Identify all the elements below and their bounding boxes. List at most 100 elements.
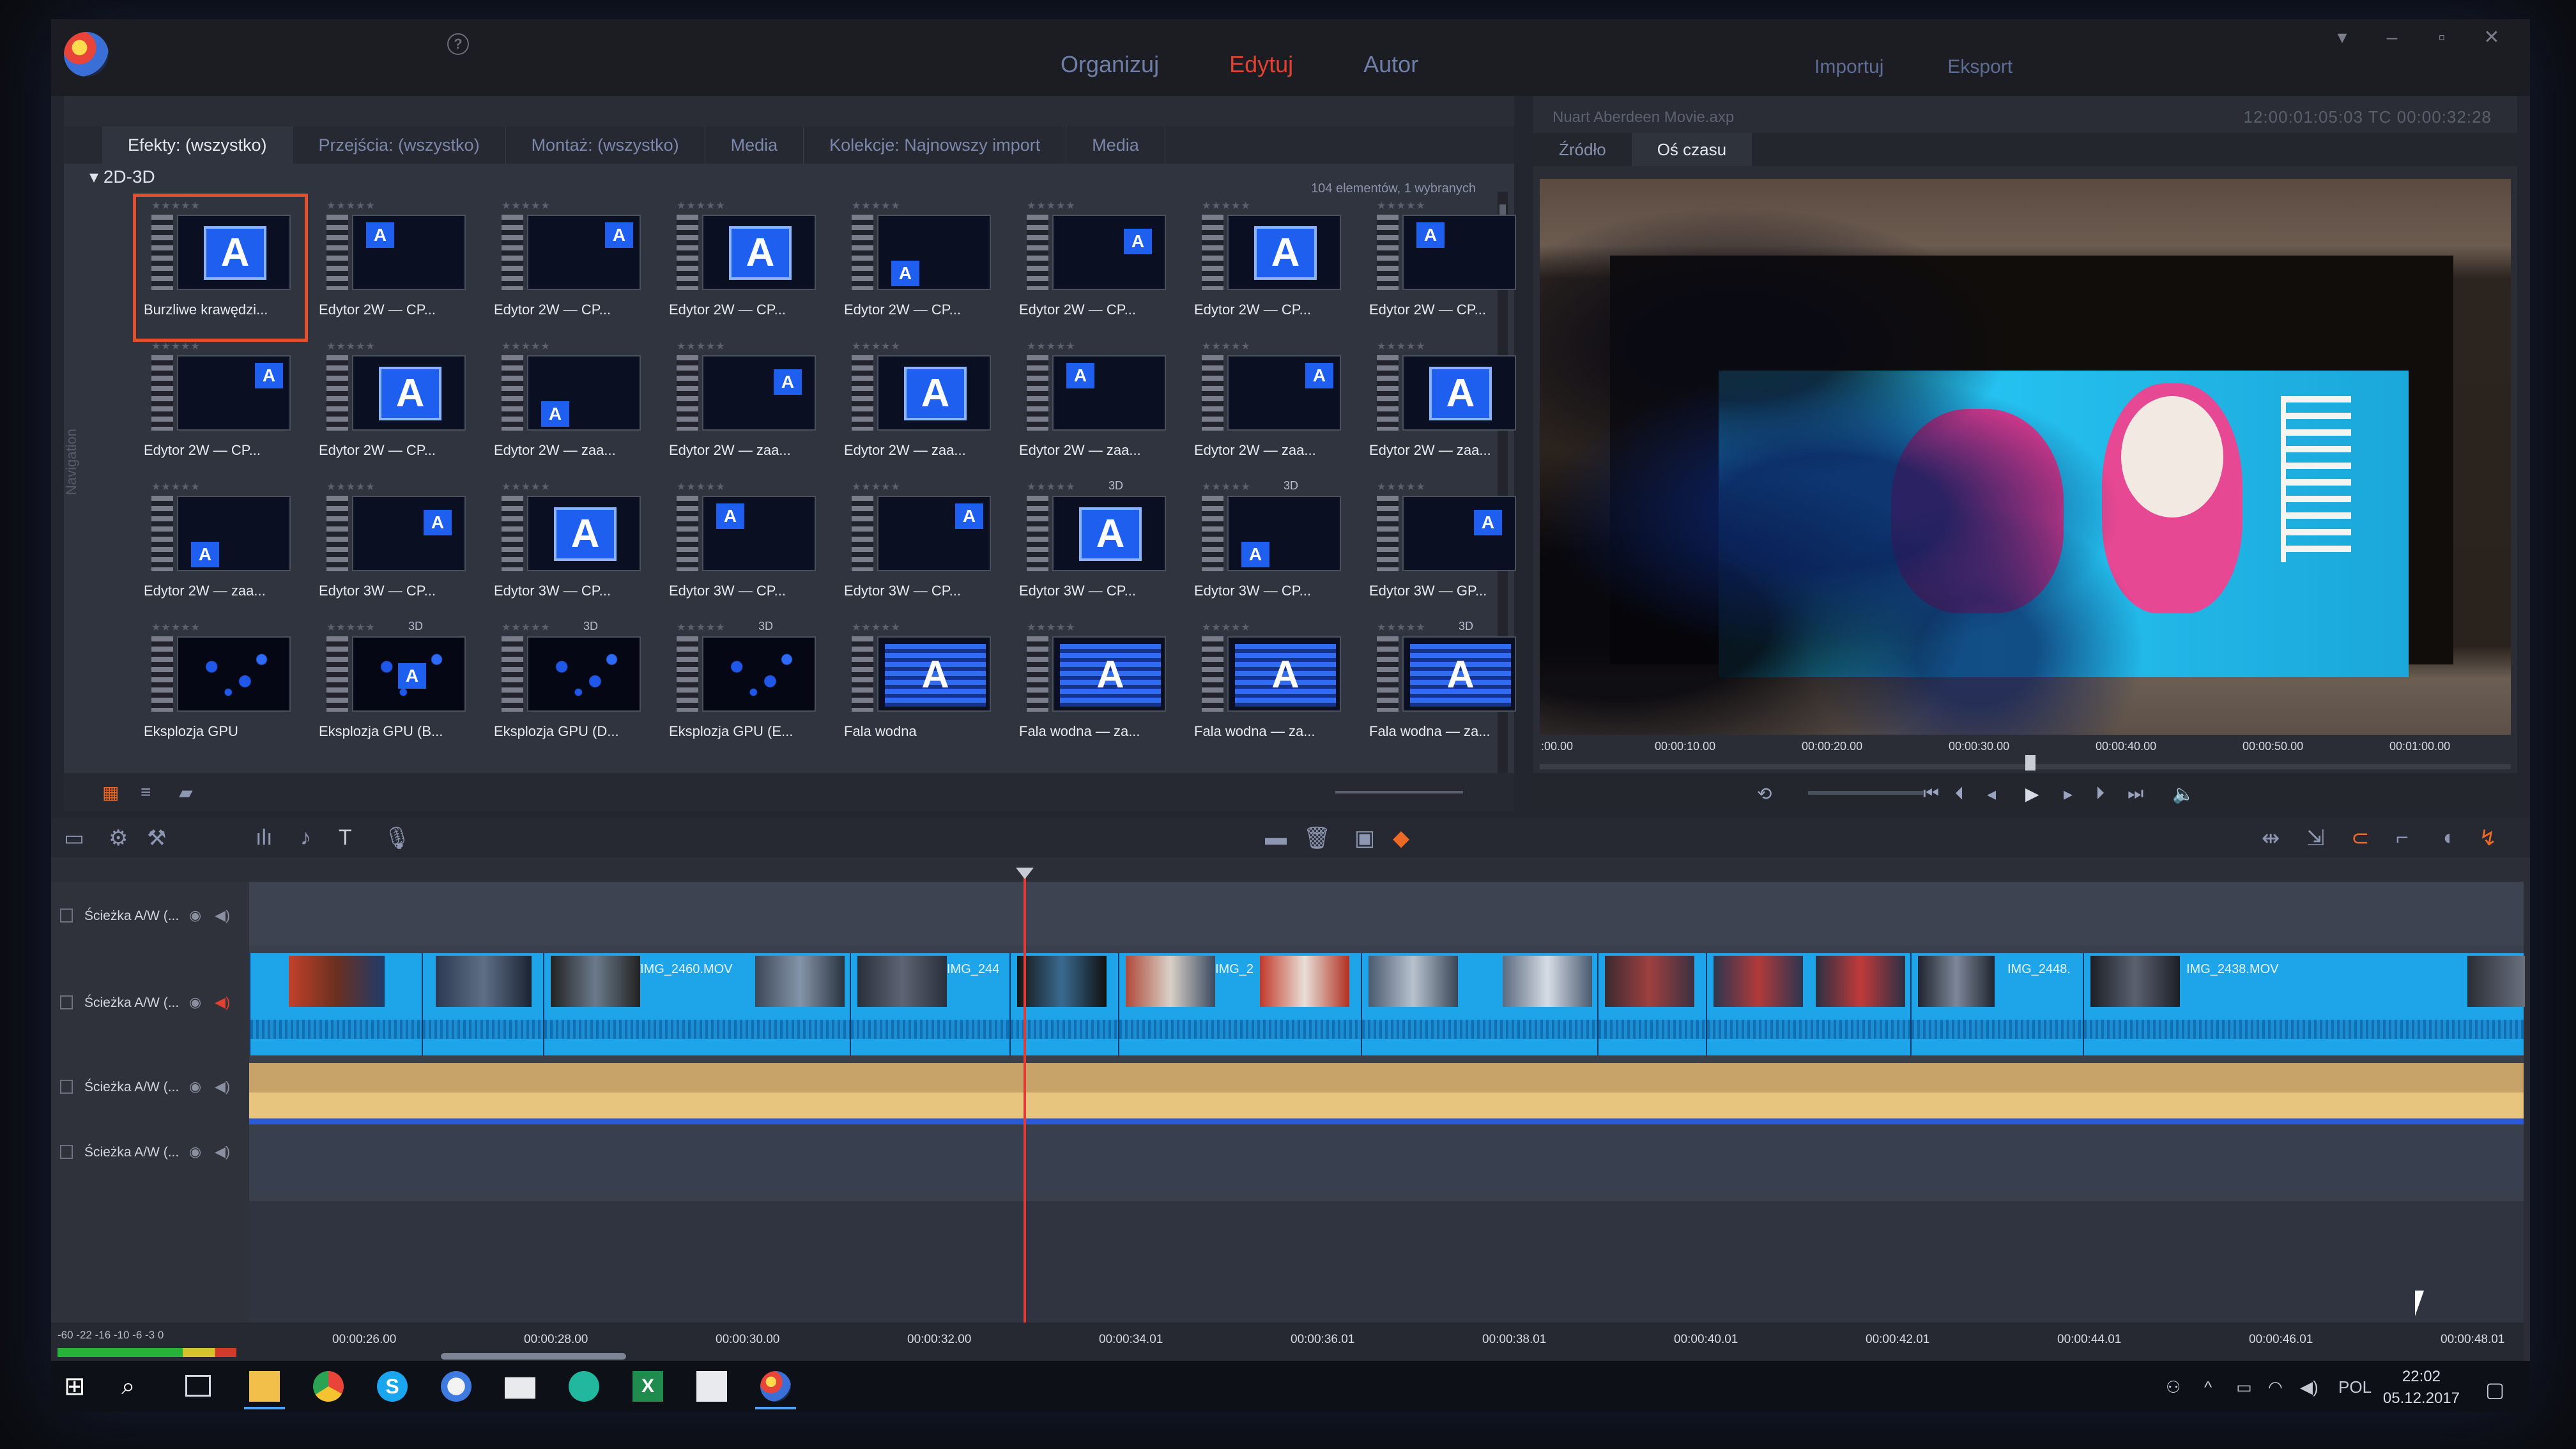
language-indicator[interactable]: POL xyxy=(2338,1377,2372,1397)
audio-mixer-icon[interactable]: ılı xyxy=(256,825,272,850)
minimize-icon[interactable]: – xyxy=(2379,28,2405,49)
file-explorer-icon[interactable] xyxy=(244,1371,285,1409)
effect-tile[interactable]: ★★★★★ A Edytor 2W — CP... xyxy=(487,198,654,337)
skype-icon[interactable]: S xyxy=(377,1371,408,1402)
rating-stars[interactable]: ★★★★★ xyxy=(1377,480,1426,493)
video-clip[interactable] xyxy=(1597,953,1706,1055)
player-ruler[interactable]: :00.00 00:00:10.00 00:00:20.00 00:00:30.… xyxy=(1540,740,2511,772)
maximize-icon[interactable]: ▫ xyxy=(2429,28,2455,49)
lock-icon[interactable] xyxy=(60,1145,73,1159)
rating-stars[interactable]: ★★★★★ xyxy=(1027,340,1076,353)
scorefitter-icon[interactable]: ♪ xyxy=(300,825,311,850)
video-clip[interactable] xyxy=(422,953,543,1055)
tab-eksport[interactable]: Eksport xyxy=(1947,56,2012,78)
rating-stars[interactable]: ★★★★★ xyxy=(502,199,551,212)
audio-scrub-icon[interactable]: ◖ xyxy=(2441,825,2454,850)
timeline-scrollbar[interactable] xyxy=(441,1353,626,1360)
chrome-icon[interactable] xyxy=(313,1371,344,1402)
snapshot-icon[interactable]: ▣ xyxy=(1354,825,1375,851)
audio-track-row[interactable] xyxy=(249,1063,2524,1124)
trim-icon[interactable]: ⌐ xyxy=(2396,825,2409,850)
video-clip[interactable] xyxy=(1361,953,1597,1055)
play-icon[interactable]: ▶ xyxy=(2025,783,2039,804)
go-to-start-icon[interactable]: ⏮ xyxy=(1923,783,1939,804)
rating-stars[interactable]: ★★★★★ xyxy=(677,340,726,353)
effect-tile[interactable]: ★★★★★ 3D A Fala wodna — za... xyxy=(1363,620,1529,759)
tab-autor[interactable]: Autor xyxy=(1363,51,1418,78)
effect-tile[interactable]: ★★★★★ A Edytor 2W — CP... xyxy=(137,339,303,478)
rating-stars[interactable]: ★★★★★ xyxy=(1377,199,1426,212)
rating-stars[interactable]: ★★★★★ xyxy=(1027,480,1076,493)
split-clip-icon[interactable]: ▬ xyxy=(1265,825,1287,850)
rating-stars[interactable]: ★★★★★ xyxy=(151,480,201,493)
rating-stars[interactable]: ★★★★★ xyxy=(502,621,551,634)
clock[interactable]: 22:02 05.12.2017 xyxy=(2383,1366,2460,1409)
video-clip[interactable]: IMG_2438.MOV xyxy=(2083,953,2525,1055)
people-icon[interactable]: ⚇ xyxy=(2166,1377,2181,1397)
audio-icon[interactable]: ◀) xyxy=(215,907,230,924)
effect-tile[interactable]: ★★★★★ A Edytor 3W — CP... xyxy=(487,479,654,618)
insert-mode-icon[interactable]: ↯ xyxy=(2479,825,2497,851)
notifications-icon[interactable]: ▢ xyxy=(2485,1377,2504,1402)
tab-kolekcje[interactable]: Kolekcje: Najnowszy import xyxy=(804,126,1067,164)
rating-stars[interactable]: ★★★★★ xyxy=(852,340,901,353)
rating-stars[interactable]: ★★★★★ xyxy=(502,340,551,353)
tab-importuj[interactable]: Importuj xyxy=(1814,56,1883,78)
effect-tile[interactable]: ★★★★★ A Edytor 2W — CP... xyxy=(1188,198,1354,337)
effect-tile[interactable]: ★★★★★ A Edytor 2W — zaa... xyxy=(1013,339,1179,478)
video-preview[interactable] xyxy=(1540,179,2511,735)
effect-tile[interactable]: ★★★★★ A Edytor 3W — CP... xyxy=(838,479,1004,618)
shuttle-slider[interactable] xyxy=(1808,791,1923,795)
pinnacle-studio-icon[interactable] xyxy=(755,1371,796,1409)
tab-media-2[interactable]: Media xyxy=(1066,126,1165,164)
rating-stars[interactable]: ★★★★★ xyxy=(326,621,376,634)
track-row[interactable] xyxy=(249,882,2524,946)
rating-stars[interactable]: ★★★★★ xyxy=(677,480,726,493)
tab-os-czasu[interactable]: Oś czasu xyxy=(1631,133,1752,166)
video-clip[interactable]: IMG_2460.MOV xyxy=(543,953,850,1055)
video-clip[interactable]: IMG_244 xyxy=(850,953,1009,1055)
timeline-tracks[interactable]: IMG_2460.MOV IMG_244 IMG_2 IMG_2448. IMG… xyxy=(249,882,2525,1322)
audio-icon[interactable]: ◀) xyxy=(215,994,230,1011)
windows-start-icon[interactable]: ⊞ xyxy=(64,1371,95,1402)
effect-tile[interactable]: ★★★★★ A Edytor 2W — CP... xyxy=(1013,198,1179,337)
effect-tile[interactable]: ★★★★★ A Edytor 2W — CP... xyxy=(838,198,1004,337)
onedrive-icon[interactable] xyxy=(441,1371,471,1402)
rating-stars[interactable]: ★★★★★ xyxy=(1377,621,1426,634)
video-clip[interactable] xyxy=(1706,953,1910,1055)
rating-stars[interactable]: ★★★★★ xyxy=(1202,199,1251,212)
delete-icon[interactable]: 🗑 xyxy=(1303,825,1331,851)
close-icon[interactable]: ✕ xyxy=(2479,28,2504,49)
rating-stars[interactable]: ★★★★★ xyxy=(1027,621,1076,634)
rating-stars[interactable]: ★★★★★ xyxy=(151,621,201,634)
step-forward-icon[interactable]: ▸ xyxy=(2064,783,2073,804)
calculator-icon[interactable] xyxy=(696,1371,727,1402)
category-label[interactable]: ▾ 2D-3D xyxy=(89,166,155,187)
help-icon[interactable]: ? xyxy=(447,33,469,55)
effect-tile[interactable]: ★★★★★ A Edytor 2W — zaa... xyxy=(838,339,1004,478)
effect-tile[interactable]: ★★★★★ A Edytor 2W — CP... xyxy=(663,198,829,337)
tab-organizuj[interactable]: Organizuj xyxy=(1061,51,1159,78)
video-clip[interactable]: IMG_2 xyxy=(1118,953,1361,1055)
empty-track-area[interactable] xyxy=(249,1201,2524,1322)
rating-stars[interactable]: ★★★★★ xyxy=(852,199,901,212)
visibility-icon[interactable]: ◉ xyxy=(189,907,201,924)
rating-stars[interactable]: ★★★★★ xyxy=(1202,480,1251,493)
step-back-icon[interactable]: ◂ xyxy=(1987,783,1996,804)
volume-tray-icon[interactable]: ◀) xyxy=(2300,1377,2319,1397)
excel-icon[interactable]: X xyxy=(632,1371,663,1402)
effect-tile[interactable]: ★★★★★ A Edytor 2W — zaa... xyxy=(1188,339,1354,478)
search-icon[interactable]: ⌕ xyxy=(121,1371,152,1402)
effect-tile[interactable]: ★★★★★ 3D A Edytor 3W — CP... xyxy=(1013,479,1179,618)
magnet-icon[interactable]: ⊂ xyxy=(2351,825,2370,851)
zoom-slider[interactable] xyxy=(1335,791,1463,793)
tab-zrodlo[interactable]: Źródło xyxy=(1533,133,1632,166)
effect-tile[interactable]: ★★★★★ 3D A Eksplozja GPU (B... xyxy=(312,620,479,759)
lock-icon[interactable] xyxy=(60,908,73,923)
settings-icon[interactable]: ▾ xyxy=(2329,28,2355,49)
folder-icon[interactable]: ▰ xyxy=(179,782,204,802)
tab-edytuj[interactable]: Edytuj xyxy=(1229,51,1293,78)
tab-przejscia[interactable]: Przejścia: (wszystko) xyxy=(293,126,506,164)
effect-tile[interactable]: ★★★★★ A Burzliwe krawędzi... xyxy=(133,194,308,342)
video-clip[interactable] xyxy=(249,953,422,1055)
